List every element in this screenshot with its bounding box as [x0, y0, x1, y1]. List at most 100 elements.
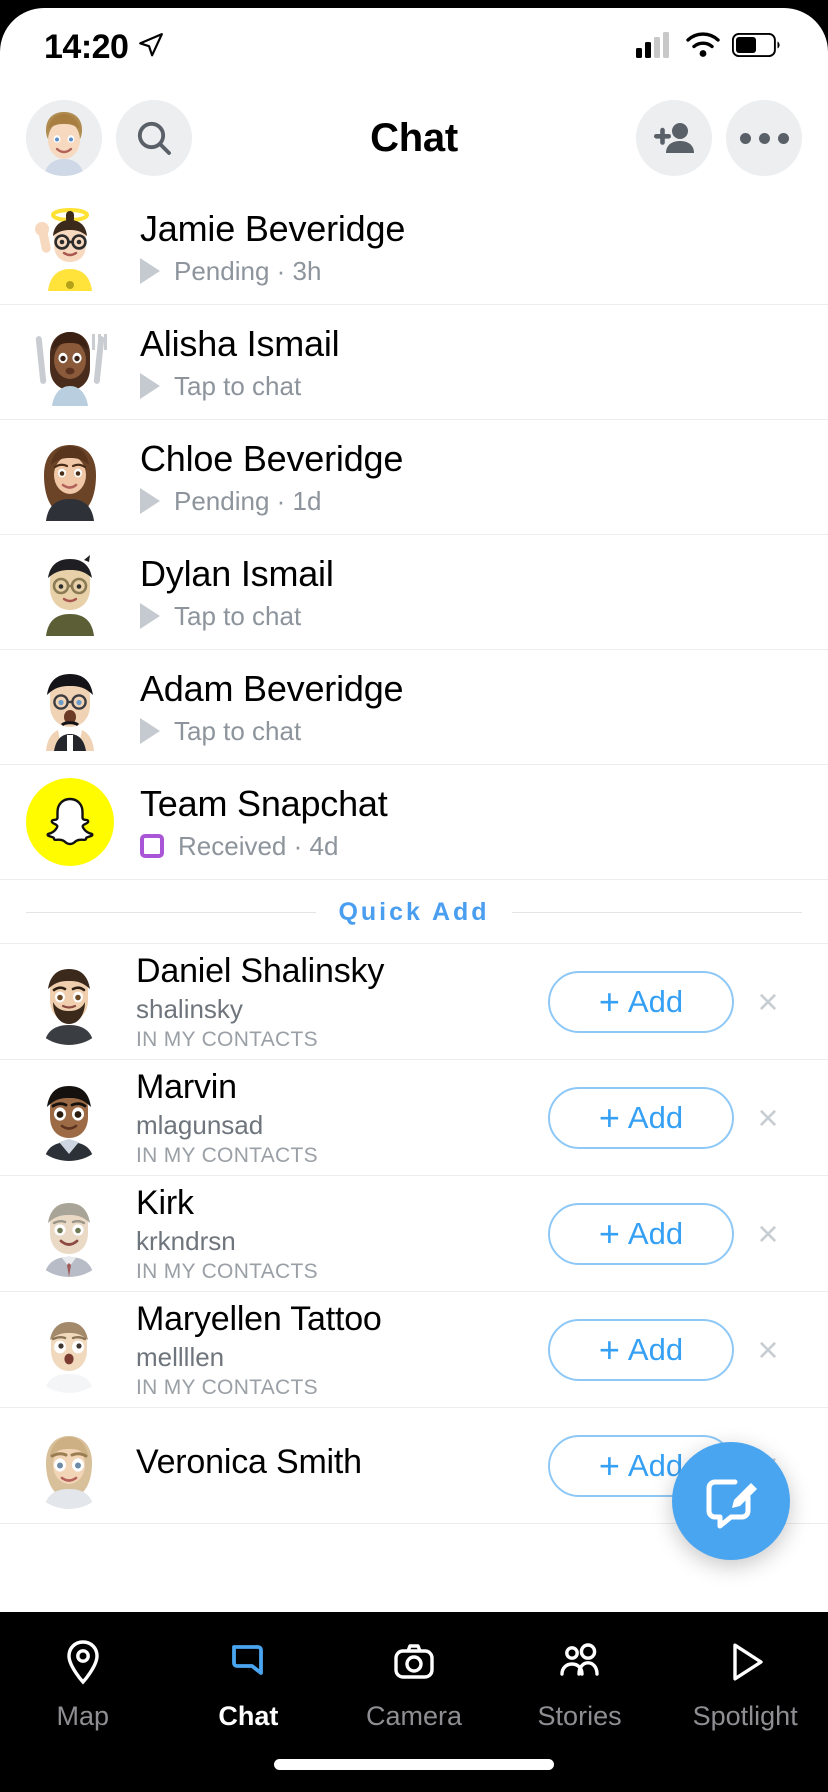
- quick-add-meta: IN MY CONTACTS: [136, 1027, 318, 1051]
- status-bar-left: 14:20: [44, 28, 164, 67]
- status-time: 14:20: [44, 27, 129, 66]
- home-indicator: [274, 1759, 554, 1770]
- chat-status: Pending · 1d: [140, 486, 403, 517]
- chat-name: Team Snapchat: [140, 782, 388, 824]
- chat-text: Team Snapchat Received · 4d: [140, 783, 388, 862]
- dismiss-button[interactable]: ×: [734, 1213, 802, 1255]
- quick-add-row-maryellen-tattoo[interactable]: Maryellen Tattoo mellllen IN MY CONTACTS…: [0, 1292, 828, 1408]
- team-snapchat-avatar: [26, 778, 114, 866]
- quick-add-text: Veronica Smith: [136, 1443, 548, 1488]
- chat-row-alisha-ismail[interactable]: Alisha Ismail Tap to chat: [0, 305, 828, 420]
- location-arrow-icon: [138, 32, 164, 63]
- quick-add-username: mlagunsad: [136, 1109, 264, 1140]
- add-friend-button[interactable]: + Add: [548, 1202, 734, 1265]
- quick-add-text: Maryellen Tattoo mellllen IN MY CONTACTS: [136, 1300, 548, 1400]
- camera-icon: [390, 1638, 438, 1691]
- add-button-label: Add: [627, 1215, 684, 1251]
- quick-add-text: Daniel Shalinsky shalinsky IN MY CONTACT…: [136, 952, 548, 1052]
- nav-item-spotlight[interactable]: Spotlight: [662, 1638, 828, 1732]
- more-options-icon: [739, 132, 789, 144]
- quick-add-name: Marvin: [136, 1067, 237, 1106]
- nav-item-map[interactable]: Map: [0, 1638, 166, 1732]
- quick-add-list: Daniel Shalinsky shalinsky IN MY CONTACT…: [0, 944, 828, 1524]
- quick-add-username: shalinsky: [136, 993, 243, 1024]
- new-chat-fab[interactable]: [672, 1442, 790, 1560]
- bitmoji-avatar: [26, 203, 114, 291]
- chat-status: Tap to chat: [140, 371, 339, 402]
- play-triangle-icon: [721, 1638, 769, 1691]
- chat-status: Tap to chat: [140, 716, 403, 747]
- quick-add-meta: IN MY CONTACTS: [136, 1259, 318, 1283]
- quick-add-row-kirk[interactable]: Kirk krkndrsn IN MY CONTACTS + Add ×: [0, 1176, 828, 1292]
- phone-frame: 14:20 Chat Jamie Beveridge Pending · 3h …: [0, 0, 828, 1792]
- search-button[interactable]: [116, 100, 192, 176]
- chat-row-chloe-beveridge[interactable]: Chloe Beveridge Pending · 1d: [0, 420, 828, 535]
- bitmoji-avatar: [26, 1190, 112, 1277]
- quick-add-label: Quick Add: [338, 898, 490, 926]
- chat-row-dylan-ismail[interactable]: Dylan Ismail Tap to chat: [0, 535, 828, 650]
- dismiss-button[interactable]: ×: [734, 1097, 802, 1139]
- quick-add-name: Maryellen Tattoo: [136, 1299, 382, 1338]
- chat-name: Alisha Ismail: [140, 322, 340, 364]
- chat-text: Jamie Beveridge Pending · 3h: [140, 208, 405, 287]
- chat-name: Dylan Ismail: [140, 552, 334, 594]
- profile-avatar-button[interactable]: [26, 100, 102, 176]
- nav-label: Spotlight: [692, 1701, 798, 1731]
- quick-add-row-daniel-shalinsky[interactable]: Daniel Shalinsky shalinsky IN MY CONTACT…: [0, 944, 828, 1060]
- add-button-label: Add: [627, 1099, 684, 1135]
- quick-add-row-marvin[interactable]: Marvin mlagunsad IN MY CONTACTS + Add ×: [0, 1060, 828, 1176]
- chat-name: Adam Beveridge: [140, 667, 404, 709]
- bitmoji-avatar-icon: [26, 100, 102, 176]
- more-options-button[interactable]: [726, 100, 802, 176]
- add-button-label: Add: [627, 1331, 684, 1367]
- nav-item-stories[interactable]: Stories: [497, 1638, 663, 1732]
- chat-row-team-snapchat[interactable]: Team Snapchat Received · 4d: [0, 765, 828, 880]
- divider-line-left: [26, 912, 317, 913]
- nav-label: Camera: [365, 1701, 462, 1731]
- chat-text: Dylan Ismail Tap to chat: [140, 553, 334, 632]
- nav-item-camera[interactable]: Camera: [331, 1638, 497, 1732]
- plus-icon: +: [598, 1328, 620, 1370]
- divider-line-right: [511, 912, 802, 913]
- battery-icon: [731, 32, 780, 62]
- quick-add-meta: IN MY CONTACTS: [136, 1375, 318, 1399]
- chat-status-text: Tap to chat: [174, 370, 302, 401]
- plus-icon: +: [598, 1444, 620, 1486]
- sent-arrow-icon: [140, 258, 160, 284]
- chat-status-text: Tap to chat: [174, 600, 302, 631]
- plus-icon: +: [598, 1096, 620, 1138]
- new-chat-icon: [706, 1479, 757, 1529]
- quick-add-divider: Quick Add: [0, 880, 828, 944]
- dismiss-button[interactable]: ×: [734, 1329, 802, 1371]
- chat-row-jamie-beveridge[interactable]: Jamie Beveridge Pending · 3h: [0, 190, 828, 305]
- bitmoji-avatar: [26, 318, 114, 406]
- received-snap-square-icon: [140, 834, 164, 858]
- snapchat-ghost-icon: [26, 778, 114, 866]
- map-pin-icon: [59, 1638, 107, 1691]
- header-right-group: [636, 100, 802, 176]
- bitmoji-avatar: [26, 958, 112, 1045]
- add-friend-button[interactable]: [636, 100, 712, 176]
- dismiss-button[interactable]: ×: [734, 981, 802, 1023]
- bitmoji-avatar: [26, 1422, 112, 1509]
- add-button-label: Add: [627, 983, 684, 1019]
- chat-status: Tap to chat: [140, 601, 334, 632]
- chat-status-text: Received · 4d: [178, 830, 339, 861]
- quick-add-text: Kirk krkndrsn IN MY CONTACTS: [136, 1184, 548, 1284]
- quick-add-meta: IN MY CONTACTS: [136, 1143, 318, 1167]
- bitmoji-avatar: [26, 548, 114, 636]
- status-bar: 14:20: [0, 8, 828, 86]
- chat-row-adam-beveridge[interactable]: Adam Beveridge Tap to chat: [0, 650, 828, 765]
- add-friend-button[interactable]: + Add: [548, 970, 734, 1033]
- chat-name: Jamie Beveridge: [140, 207, 406, 249]
- plus-icon: +: [598, 1212, 620, 1254]
- chat-text: Alisha Ismail Tap to chat: [140, 322, 340, 402]
- bitmoji-avatar: [26, 433, 114, 521]
- add-friend-button[interactable]: + Add: [548, 1086, 734, 1149]
- chat-status-text: Tap to chat: [174, 715, 302, 746]
- quick-add-name: Kirk: [136, 1183, 194, 1222]
- nav-item-chat[interactable]: Chat: [166, 1638, 332, 1732]
- chat-status: Pending · 3h: [140, 256, 405, 287]
- nav-label: Map: [56, 1701, 110, 1731]
- add-friend-button[interactable]: + Add: [548, 1318, 734, 1381]
